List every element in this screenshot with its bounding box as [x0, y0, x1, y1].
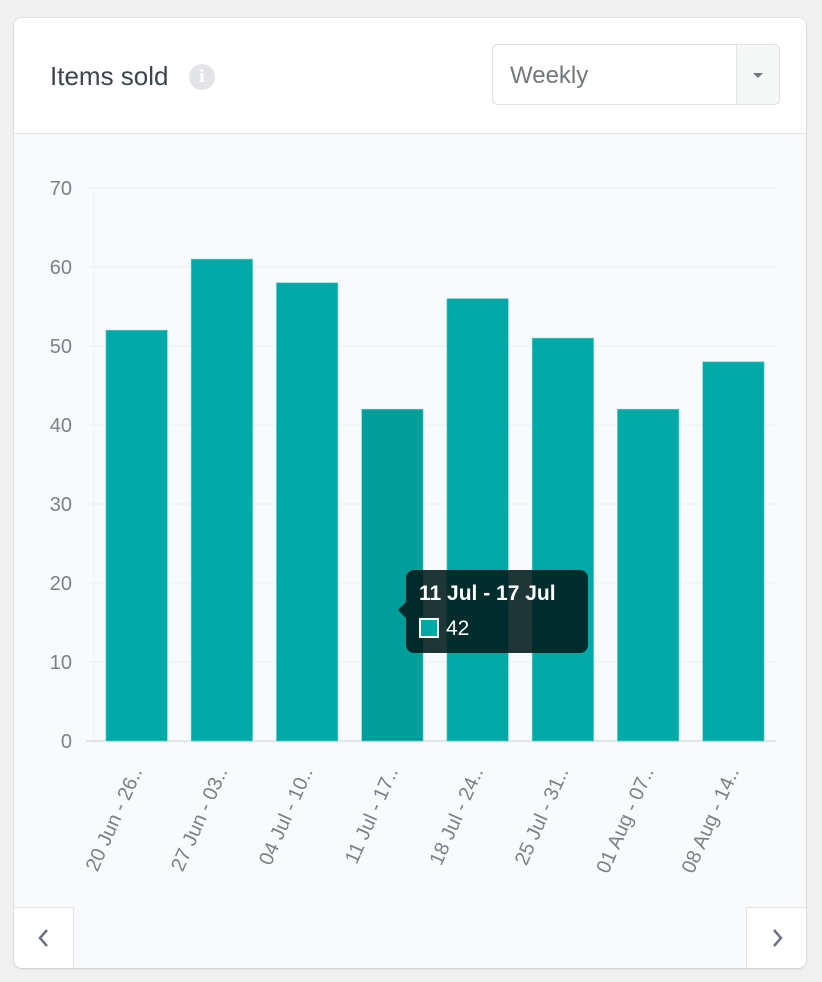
bar[interactable] [190, 258, 253, 742]
x-tick-label: 20 Jun - 26.. [82, 764, 147, 875]
x-tick-label: 25 Jul - 31.. [511, 764, 574, 868]
y-tick-label: 70 [50, 178, 72, 200]
y-tick-label: 30 [50, 494, 72, 516]
y-tick-label: 50 [50, 336, 72, 358]
tooltip-value: 42 [446, 617, 470, 640]
x-tick-label: 11 Jul - 17.. [341, 764, 403, 867]
tooltip-title: 11 Jul - 17 Jul [419, 582, 556, 605]
next-page-button[interactable] [746, 907, 806, 968]
x-tick-label: 18 Jul - 24.. [426, 764, 489, 868]
y-tick-label: 0 [61, 731, 72, 753]
bar[interactable] [105, 329, 168, 742]
chart-tooltip: 11 Jul - 17 Jul 42 [398, 570, 588, 653]
bar[interactable] [531, 337, 594, 742]
y-tick-label: 60 [50, 257, 72, 279]
tooltip-swatch [419, 618, 439, 638]
x-tick-label: 04 Jul - 10.. [255, 764, 318, 868]
y-tick-label: 20 [50, 573, 72, 595]
prev-page-button[interactable] [14, 907, 74, 968]
y-tick-label: 40 [50, 415, 72, 437]
chevron-right-icon [772, 929, 783, 947]
x-tick-label: 08 Aug - 14.. [678, 764, 744, 877]
bar[interactable] [446, 298, 509, 742]
x-tick-label: 01 Aug - 07.. [592, 764, 658, 877]
bar[interactable] [617, 408, 680, 742]
items-sold-card: Items sold i Weekly 0 10 20 30 40 50 60 70 20 Ju… [14, 18, 806, 968]
x-tick-label: 27 Jun - 03.. [167, 764, 232, 875]
y-tick-label: 10 [50, 652, 72, 674]
bar-chart: 0 10 20 30 40 50 60 70 20 Jun - 26.. 27 Jun - 03.… [50, 178, 776, 877]
bar[interactable] [276, 282, 339, 742]
chevron-left-icon [37, 929, 48, 947]
bar[interactable] [702, 361, 765, 742]
